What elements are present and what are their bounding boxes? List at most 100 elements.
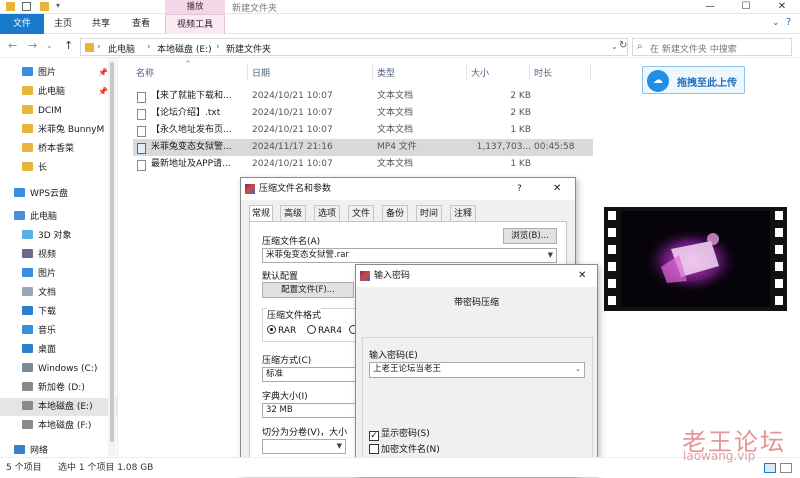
method-combo[interactable]: 标准 [262, 367, 356, 382]
sidebar-item-label: 图片 [38, 269, 57, 279]
tab-home[interactable]: 主页 [48, 14, 78, 34]
sidebar-item[interactable]: Windows (C:) [0, 360, 118, 378]
tab-view[interactable]: 查看 [126, 14, 156, 34]
sidebar-item[interactable]: 新加卷 (D:) [0, 379, 118, 397]
tab-backup[interactable]: 备份 [382, 205, 408, 221]
details-view-icon[interactable] [764, 463, 776, 473]
split-size-combo[interactable]: ▼ [262, 439, 346, 454]
sidebar-item[interactable]: 米菲兔 BunnyM [0, 121, 118, 139]
sidebar-item[interactable]: DCIM [0, 102, 118, 120]
help-button[interactable]: ? [517, 178, 522, 200]
breadcrumb-drive-e[interactable]: 本地磁盘 (E:) [157, 42, 212, 55]
file-row[interactable]: 米菲兔变态女狱警... 2024/11/17 21:16 MP4 文件 1,137,7… [133, 139, 593, 156]
file-row[interactable]: 【论坛介绍】.txt 2024/10/21 10:07 文本文档 2 KB [133, 105, 593, 122]
sidebar-item-icon [22, 401, 33, 410]
tab-time[interactable]: 时间 [416, 205, 442, 221]
sidebar-item[interactable]: 文档 [0, 284, 118, 302]
context-tab-play[interactable]: 播放 [165, 0, 225, 14]
address-bar[interactable]: › 此电脑 › 本地磁盘 (E:) › 新建文件夹 ⌄ [80, 38, 628, 56]
video-thumbnail[interactable] [604, 207, 787, 311]
sidebar-scrollbar[interactable] [108, 58, 116, 456]
dict-label: 字典大小(I) [262, 392, 308, 402]
sidebar-item[interactable]: 桌面 [0, 341, 118, 359]
dict-combo[interactable]: 32 MB [262, 403, 356, 418]
address-dropdown-icon[interactable]: ⌄ [611, 42, 618, 51]
file-row[interactable]: 【永久地址发布页... 2024/10/21 10:07 文本文档 1 KB [133, 122, 593, 139]
column-name[interactable]: 名称 [136, 66, 154, 79]
format-rar-radio[interactable]: RAR [267, 325, 296, 336]
show-password-checkbox[interactable]: ✓ 显示密码(S) [369, 426, 430, 441]
search-box[interactable]: ⌕ 在 新建文件夹 中搜索 [632, 38, 792, 56]
upload-label: 拖拽至此上传 [677, 78, 737, 89]
archive-name-value: 米菲兔变态女狱警.rar [266, 250, 349, 260]
properties-icon[interactable] [22, 2, 31, 11]
scrollbar-thumb[interactable] [110, 62, 114, 442]
sidebar-item[interactable]: 3D 对象 [0, 227, 118, 245]
cloud-upload-icon: ☁ [647, 70, 669, 92]
archive-close-icon[interactable]: ✕ [553, 178, 561, 200]
forward-icon[interactable]: → [28, 39, 37, 52]
minimize-icon[interactable]: — [692, 0, 728, 14]
maximize-icon[interactable]: ☐ [728, 0, 764, 14]
sidebar-item[interactable]: 图片 [0, 265, 118, 283]
archive-name-combo[interactable]: 米菲兔变态女狱警.rar ▼ [262, 248, 557, 263]
quick-access-dropdown-icon[interactable]: ▾ [56, 1, 60, 10]
sidebar-item[interactable]: 此电脑 [0, 208, 118, 226]
tab-file[interactable]: 文件 [0, 14, 44, 34]
tab-advanced[interactable]: 高级 [280, 205, 306, 221]
search-icon: ⌕ [637, 41, 643, 52]
tab-files[interactable]: 文件 [348, 205, 374, 221]
sidebar-item[interactable]: 本地磁盘 (F:) [0, 417, 118, 435]
default-profile-label: 默认配置 [262, 272, 299, 282]
password-close-icon[interactable]: ✕ [578, 265, 586, 287]
large-icons-view-icon[interactable] [780, 463, 792, 473]
ribbon-expand-icon[interactable]: ⌄ [772, 18, 780, 28]
tab-options[interactable]: 选项 [314, 205, 340, 221]
tab-general[interactable]: 常规 [249, 205, 273, 222]
sidebar-item-icon [22, 230, 33, 239]
sidebar-item[interactable]: WPS云盘 [0, 185, 118, 203]
recent-dropdown-icon[interactable]: ⌄ [46, 41, 53, 50]
password-dialog-titlebar: 输入密码 ✕ [356, 265, 597, 287]
sidebar-item[interactable]: 视频 [0, 246, 118, 264]
sidebar-item-icon [14, 188, 25, 197]
chevron-down-icon: ▼ [547, 251, 553, 259]
drag-upload-button[interactable]: ☁ 拖拽至此上传 [642, 66, 745, 94]
column-type[interactable]: 类型 [377, 66, 395, 79]
sidebar-item[interactable]: 此电脑 📌 [0, 83, 118, 101]
tab-share[interactable]: 共享 [86, 14, 116, 34]
breadcrumb-this-pc[interactable]: 此电脑 [108, 42, 135, 55]
new-folder-icon[interactable] [40, 2, 49, 11]
sidebar-item[interactable]: 下载 [0, 303, 118, 321]
sidebar-item-icon [22, 363, 33, 372]
sidebar-item-label: 图片 [38, 68, 57, 78]
close-icon[interactable]: ✕ [764, 0, 800, 14]
encrypt-filenames-checkbox[interactable]: 加密文件名(N) [369, 442, 440, 455]
sidebar-item[interactable]: 桥本香菜 [0, 140, 118, 158]
sidebar-item[interactable]: 长 [0, 159, 118, 177]
file-row[interactable]: 【来了就能下载和... 2024/10/21 10:07 文本文档 2 KB [133, 88, 593, 105]
sidebar-item-icon [22, 124, 33, 133]
column-duration[interactable]: 时长 [534, 66, 552, 79]
column-size[interactable]: 大小 [471, 66, 489, 79]
profiles-button[interactable]: 配置文件(F)... [262, 282, 354, 298]
browse-button[interactable]: 浏览(B)... [503, 228, 557, 244]
sidebar-item[interactable]: 本地磁盘 (E:) [0, 398, 118, 416]
file-row[interactable]: 最新地址及APP请... 2024/10/21 10:07 文本文档 1 KB [133, 156, 593, 173]
film-hole [775, 228, 783, 237]
tab-comment[interactable]: 注释 [450, 205, 476, 221]
sidebar-item[interactable]: 音乐 [0, 322, 118, 340]
help-icon[interactable]: ? [786, 17, 791, 28]
up-icon[interactable]: ↑ [64, 39, 73, 52]
sidebar-item-icon [22, 268, 33, 277]
sidebar-item[interactable]: 图片 📌 [0, 64, 118, 82]
format-group: 压缩文件格式 RAR RAR4 Z [262, 308, 358, 342]
breadcrumb-new-folder[interactable]: 新建文件夹 [226, 42, 271, 55]
file-size: 2 KB [510, 91, 531, 101]
refresh-icon[interactable]: ↻ [619, 40, 627, 51]
format-rar4-radio[interactable]: RAR4 [307, 325, 342, 336]
column-date[interactable]: 日期 [252, 66, 270, 79]
tab-video-tools[interactable]: 视频工具 [165, 14, 225, 34]
password-input[interactable]: 上老王论坛当老王 ⌄ [369, 362, 585, 378]
back-icon[interactable]: ← [8, 39, 17, 52]
